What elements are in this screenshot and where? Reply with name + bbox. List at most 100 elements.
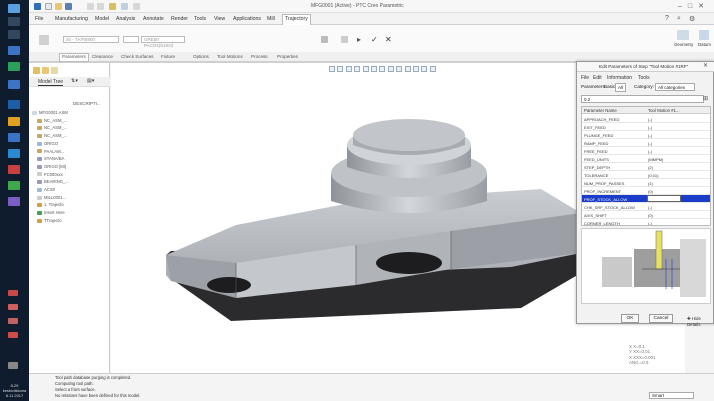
app-icon[interactable] — [8, 197, 20, 206]
tree-item[interactable]: STANA/BA — [37, 156, 64, 161]
pause-icon[interactable] — [321, 36, 328, 43]
repaint-icon[interactable] — [354, 66, 361, 72]
tray-icon[interactable] — [8, 318, 18, 324]
spin-center-icon[interactable] — [412, 66, 419, 72]
csys-display-icon[interactable] — [421, 66, 428, 72]
table-row[interactable]: PROF_STOCK_ALLOW — [582, 195, 710, 203]
column-header[interactable]: Tool Motion #1... — [648, 108, 680, 113]
tree-icon[interactable] — [33, 67, 40, 74]
search-icon[interactable] — [8, 17, 20, 26]
menu-render[interactable]: Render — [169, 15, 190, 23]
close-icon[interactable]: ✕ — [703, 62, 708, 69]
filter-icon[interactable]: ⊞ — [703, 95, 708, 102]
saved-orientations-icon[interactable] — [370, 66, 377, 72]
tree-item[interactable]: PAALAM... — [37, 149, 64, 154]
selection-filter[interactable]: Smart — [649, 392, 694, 399]
menu-manufacturing[interactable]: Manufacturing — [53, 15, 90, 23]
help-icon[interactable]: ? — [665, 15, 669, 22]
cancel-button[interactable]: Cancel — [649, 314, 673, 323]
dialog-menu-file[interactable]: File — [581, 75, 589, 81]
table-row[interactable]: TOLERANCE (0.01) — [582, 171, 710, 179]
tree-item[interactable]: NC_ASM_... — [37, 133, 67, 138]
play-icon[interactable]: ▸ — [357, 36, 364, 44]
perspective-icon[interactable] — [387, 66, 394, 72]
table-row[interactable]: FREE_FEED (-) — [582, 147, 710, 155]
ok-button[interactable]: OK — [621, 314, 639, 323]
ok-check-icon[interactable]: ✓ — [371, 36, 378, 44]
new-icon[interactable] — [45, 3, 52, 10]
category-select[interactable]: All categories — [655, 83, 695, 91]
model-tree-title[interactable]: Model Tree — [38, 79, 64, 86]
tree-item[interactable]: FC000xxx — [37, 172, 63, 177]
window-controls[interactable]: –□✕ — [678, 2, 710, 10]
menu-annotate[interactable]: Annotate — [141, 15, 166, 23]
preview-icon[interactable] — [341, 36, 348, 43]
tree-item[interactable]: BEARING_... — [37, 179, 69, 184]
app-icon[interactable] — [8, 149, 20, 158]
favorites-icon[interactable] — [51, 67, 58, 74]
window-icon[interactable] — [121, 3, 128, 10]
menu-tools[interactable]: Tools — [192, 15, 208, 23]
menu-analysis[interactable]: Analysis — [114, 15, 137, 23]
parameter-value-input[interactable] — [647, 195, 681, 202]
app-icon[interactable] — [8, 117, 20, 126]
annotation-display-icon[interactable] — [404, 66, 411, 72]
datum-icon[interactable] — [699, 30, 709, 40]
section-icon[interactable] — [429, 66, 436, 72]
table-row[interactable]: CORNER_LENGTH (-) — [582, 219, 710, 226]
tool-selector[interactable]: 20 - TA/FB900 — [63, 36, 119, 43]
table-row[interactable]: NUM_PROF_PASSES (1) — [582, 179, 710, 187]
regenerate-icon[interactable] — [109, 3, 116, 10]
system-clock[interactable]: 8.29 keskiviikkona 8.11.2017 — [0, 383, 29, 398]
table-row[interactable]: AXIS_SHIFT (0) — [582, 211, 710, 219]
tab-options[interactable]: Options — [193, 54, 209, 59]
app-icon[interactable] — [8, 165, 20, 174]
display-style-icon[interactable] — [362, 66, 369, 72]
table-row[interactable]: CHK_SRF_STOCK_ALLOW (-) — [582, 203, 710, 211]
search-icon[interactable]: ⌕ — [677, 15, 681, 23]
table-row[interactable]: FEED_UNITS (MMPM) — [582, 155, 710, 163]
app-icon[interactable] — [8, 100, 20, 109]
undo-icon[interactable] — [87, 3, 94, 10]
save-icon[interactable] — [65, 3, 72, 10]
tool-icon[interactable] — [39, 35, 49, 45]
app-icon[interactable] — [8, 80, 20, 89]
tree-item[interactable]: MFG0001.ASM — [32, 110, 68, 115]
table-row[interactable]: PROF_INCREMENT (0) — [582, 187, 710, 195]
app-icon[interactable] — [8, 46, 20, 55]
app-icon[interactable] — [8, 181, 20, 190]
zoom-in-icon[interactable] — [337, 66, 344, 72]
open-icon[interactable] — [55, 3, 62, 10]
menu-trajectory[interactable]: Trajectory — [282, 14, 311, 25]
tree-item[interactable]: ORIGO [MI] — [37, 164, 66, 169]
notification-icon[interactable] — [8, 362, 18, 369]
cancel-x-icon[interactable]: ✕ — [385, 36, 392, 44]
refit-icon[interactable] — [329, 66, 335, 72]
menu-applications[interactable]: Applications — [231, 15, 263, 23]
tree-item[interactable]: MILL0001... — [37, 195, 66, 200]
ribbon-field[interactable] — [123, 36, 139, 43]
tree-item[interactable]: ORIGO — [37, 141, 58, 146]
datum-display-icon[interactable] — [396, 66, 403, 72]
table-row[interactable]: APPROACH_FEED (-) — [582, 115, 710, 123]
hide-details-link[interactable]: ✚ Hide Details — [687, 316, 713, 327]
tree-item[interactable]: NC_ASM_... — [37, 125, 67, 130]
tree-filter-icon[interactable]: ⇅▾ — [69, 77, 80, 85]
redo-icon[interactable] — [97, 3, 104, 10]
tab-all[interactable]: All — [615, 83, 627, 92]
app-icon[interactable] — [8, 62, 20, 71]
tree-item[interactable]: Insert Here — [37, 210, 65, 215]
settings-icon[interactable]: ⚙ — [689, 15, 695, 23]
tree-item[interactable]: 1. Trajecto — [37, 202, 64, 207]
table-row[interactable]: STEP_DEPTH (2) — [582, 163, 710, 171]
dialog-menu-information[interactable]: Information — [607, 75, 632, 81]
tab-clearance[interactable]: Clearance — [92, 54, 113, 59]
menu-view[interactable]: View — [212, 15, 227, 23]
dialog-titlebar[interactable]: Edit Parameters of Step "Tool Motion #1R… — [577, 62, 714, 72]
tree-item[interactable]: TTrajecto — [37, 218, 62, 223]
dialog-menu-tools[interactable]: Tools — [638, 75, 650, 81]
table-row[interactable]: PLUNGE_FEED (-) — [582, 131, 710, 139]
table-row[interactable]: EXIT_FEED (-) — [582, 123, 710, 131]
menu-mill[interactable]: Mill — [265, 15, 277, 23]
close-window-icon[interactable] — [133, 3, 140, 10]
